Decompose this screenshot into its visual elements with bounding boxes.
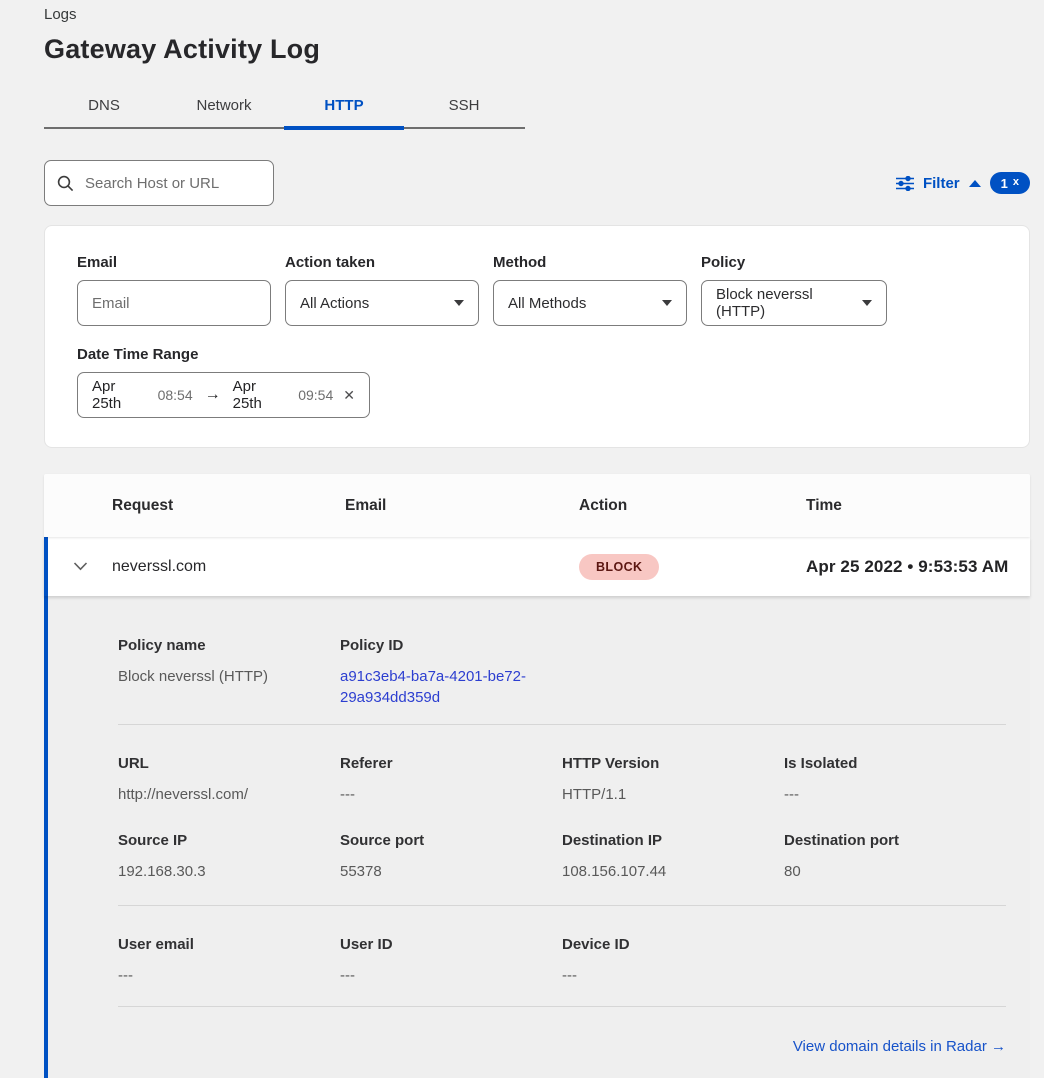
table-header-row: Request Email Action Time [44,474,1030,537]
col-header-email: Email [345,497,579,515]
policy-select[interactable]: Block neverssl (HTTP) [701,280,887,326]
arrow-right-icon: → [991,1038,1006,1055]
filter-count-badge[interactable]: 1 x [990,172,1030,194]
email-filter-input[interactable] [92,295,256,312]
radar-link-row: View domain details in Radar → [118,1007,1006,1055]
policy-id-link[interactable]: a91c3eb4-ba7a-4201-be72-29a934dd359d [340,666,526,708]
col-header-request: Request [112,497,345,515]
user-email-label: User email [118,936,340,953]
end-time[interactable]: 09:54 [298,387,333,403]
action-taken-label: Action taken [285,254,479,271]
filter-sliders-icon [896,176,914,191]
filter-field-action: Action taken All Actions [285,254,479,326]
filter-toggle-label[interactable]: Filter [923,175,960,192]
filter-field-email: Email [77,254,271,326]
caret-down-icon [662,300,672,306]
detail-policy-section: Policy name Block neverssl (HTTP) Policy… [118,637,1006,708]
email-filter-label: Email [77,254,271,271]
action-taken-value: All Actions [300,295,369,312]
url-value: http://neverssl.com/ [118,784,340,805]
tab-network[interactable]: Network [164,86,284,127]
detail-user-section: User email --- User ID --- Device ID --- [118,906,1006,986]
source-ip-value: 192.168.30.3 [118,861,340,882]
policy-name-label: Policy name [118,637,340,654]
user-id-label: User ID [340,936,562,953]
policy-id-label: Policy ID [340,637,562,654]
date-range-picker[interactable]: Apr 25th 08:54 → Apr 25th 09:54 ✕ [77,372,370,418]
status-badge-block: BLOCK [579,554,659,580]
page-header: Logs Gateway Activity Log [0,0,1044,65]
filter-field-policy: Policy Block neverssl (HTTP) [701,254,887,326]
breadcrumb[interactable]: Logs [44,5,1044,25]
caret-up-icon [969,180,981,187]
row-detail-panel: Policy name Block neverssl (HTTP) Policy… [44,596,1030,1078]
referer-label: Referer [340,755,562,772]
view-radar-link[interactable]: View domain details in Radar → [793,1038,1006,1055]
method-select[interactable]: All Methods [493,280,687,326]
http-version-value: HTTP/1.1 [562,784,784,805]
is-isolated-value: --- [784,784,1006,805]
filter-field-date-range: Date Time Range Apr 25th 08:54 → Apr 25t… [77,346,997,418]
col-header-action: Action [579,497,806,515]
destination-ip-value: 108.156.107.44 [562,861,784,882]
source-port-label: Source port [340,832,562,849]
method-label: Method [493,254,687,271]
policy-name-value: Block neverssl (HTTP) [118,666,340,687]
tab-dns[interactable]: DNS [44,86,164,127]
device-id-label: Device ID [562,936,784,953]
col-header-time: Time [806,497,1030,515]
source-port-value: 55378 [340,861,562,882]
start-date[interactable]: Apr 25th [92,378,148,412]
http-version-label: HTTP Version [562,755,784,772]
destination-port-label: Destination port [784,832,1006,849]
url-label: URL [118,755,340,772]
filter-panel: Email Action taken All Actions Method Al… [44,225,1030,448]
policy-value: Block neverssl (HTTP) [716,286,862,320]
destination-ip-label: Destination IP [562,832,784,849]
end-date[interactable]: Apr 25th [233,378,289,412]
detail-http-section: URL http://neverssl.com/ Referer --- HTT… [118,725,1006,805]
filter-controls[interactable]: Filter 1 x [896,172,1030,194]
detail-network-section: Source IP 192.168.30.3 Source port 55378… [118,805,1006,882]
row-request: neverssl.com [112,558,345,576]
device-id-value: --- [562,965,784,986]
log-table: Request Email Action Time neverssl.com B… [44,474,1030,1078]
referer-value: --- [340,784,562,805]
table-row[interactable]: neverssl.com BLOCK Apr 25 2022 • 9:53:53… [44,537,1030,596]
chevron-down-icon[interactable] [48,562,112,571]
clear-date-range-icon[interactable]: ✕ [343,387,355,404]
start-time[interactable]: 08:54 [158,387,193,403]
destination-port-value: 80 [784,861,1006,882]
row-time: Apr 25 2022 • 9:53:53 AM [806,557,1030,577]
method-value: All Methods [508,295,586,312]
user-id-value: --- [340,965,562,986]
search-icon [57,175,74,192]
search-box[interactable] [44,160,274,206]
action-taken-select[interactable]: All Actions [285,280,479,326]
filter-count: 1 [1001,176,1008,191]
toolbar: Filter 1 x [44,160,1030,206]
page-title: Gateway Activity Log [44,34,1044,65]
caret-down-icon [862,300,872,306]
tab-http[interactable]: HTTP [284,86,404,127]
tab-ssh[interactable]: SSH [404,86,524,127]
tab-bar: DNS Network HTTP SSH [44,86,525,129]
user-email-value: --- [118,965,340,986]
arrow-right-icon: → [203,386,223,404]
is-isolated-label: Is Isolated [784,755,1006,772]
source-ip-label: Source IP [118,832,340,849]
date-range-label: Date Time Range [77,346,997,363]
clear-filters-x[interactable]: x [1013,176,1019,188]
caret-down-icon [454,300,464,306]
filter-field-method: Method All Methods [493,254,687,326]
search-input[interactable] [85,175,284,192]
policy-label: Policy [701,254,887,271]
